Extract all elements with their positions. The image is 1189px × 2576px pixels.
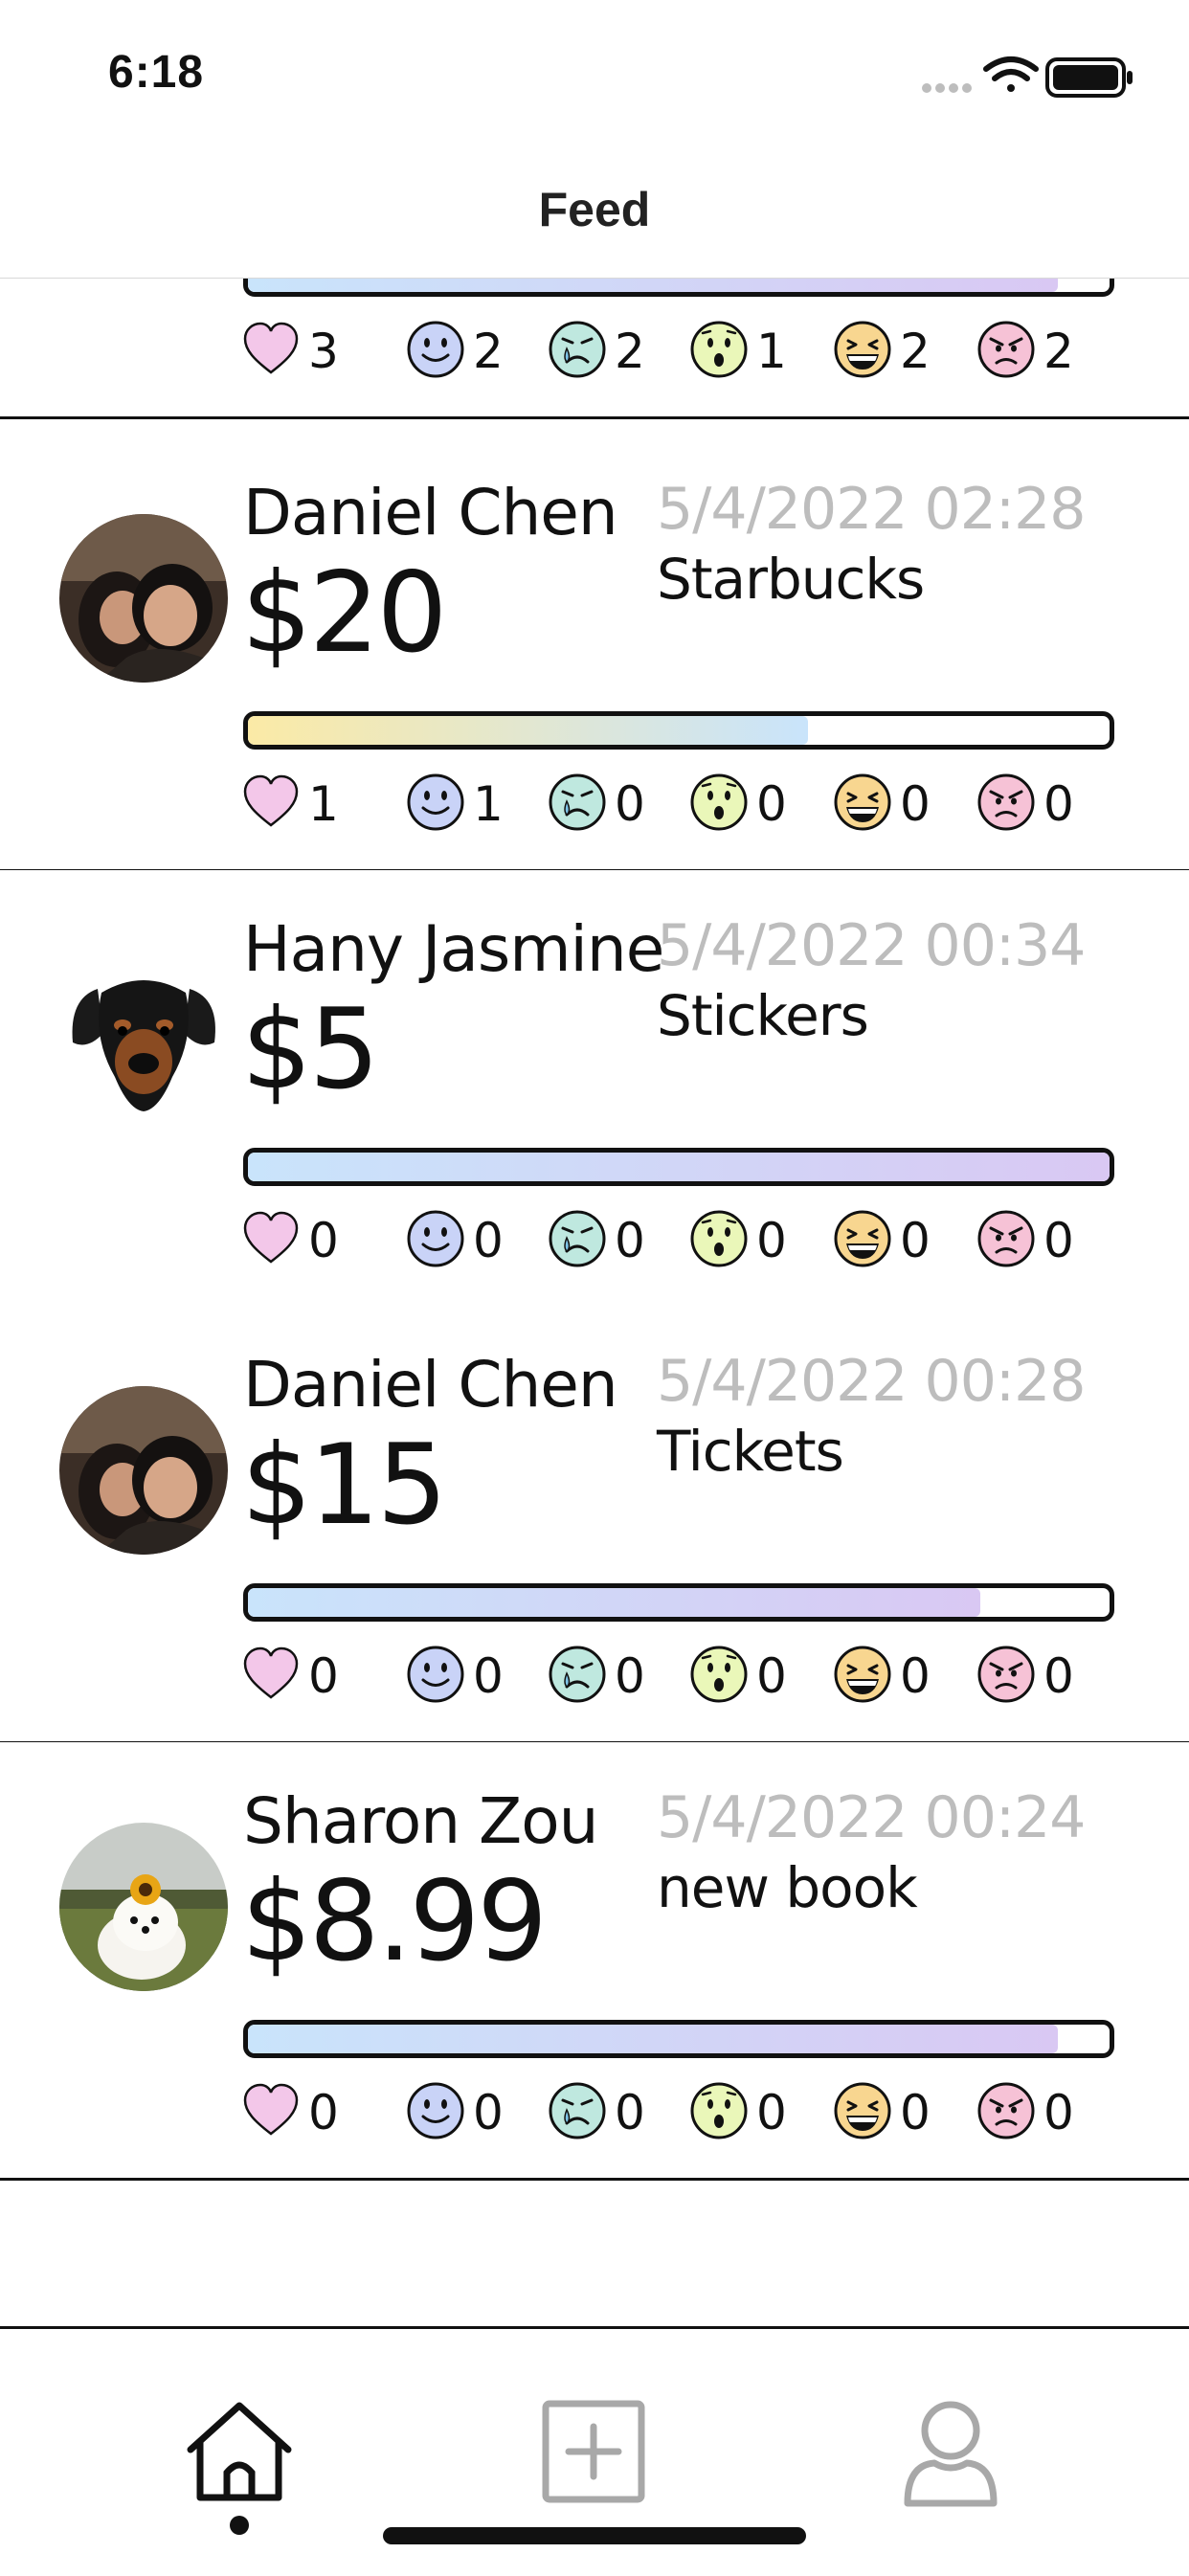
reaction-count: 0 <box>308 1648 339 1704</box>
post-amount: $8.99 <box>241 1857 548 1986</box>
reaction-count: 0 <box>1043 1213 1074 1268</box>
post-timestamp: 5/4/2022 00:34 <box>657 912 1086 979</box>
reaction-count: 0 <box>615 1213 645 1268</box>
post-author-name[interactable]: Hany Jasmine <box>243 912 664 986</box>
progress-fill <box>248 716 808 745</box>
tab-home[interactable] <box>177 2390 302 2515</box>
reaction-row: 1 1 0 0 0 0 <box>241 771 1103 834</box>
reaction-row: 0 0 0 0 0 0 <box>241 1207 1103 1270</box>
reaction-count: 2 <box>473 324 504 379</box>
post-author-name[interactable]: Daniel Chen <box>243 1348 618 1422</box>
post-amount: $20 <box>241 549 447 678</box>
status-time: 6:18 <box>108 47 205 98</box>
reaction-count: 1 <box>756 324 787 379</box>
wifi-icon <box>983 56 1039 92</box>
reaction-count: 0 <box>615 1648 645 1704</box>
reaction-count: 0 <box>900 776 931 832</box>
avatar[interactable] <box>59 514 228 683</box>
page-title: Feed <box>538 183 651 236</box>
post-author-name[interactable]: Sharon Zou <box>243 1784 598 1858</box>
feed-post[interactable]: Daniel Chen $15 5/4/2022 00:28 Tickets 0 0 … <box>0 1306 1189 1744</box>
home-icon <box>187 2402 292 2501</box>
post-description: Tickets <box>657 1419 844 1484</box>
reaction-count: 3 <box>308 324 339 379</box>
reaction-count: 0 <box>1043 1648 1074 1704</box>
person-icon <box>904 2401 998 2507</box>
home-indicator <box>383 2527 806 2544</box>
reaction-count: 0 <box>756 776 787 832</box>
tab-profile[interactable] <box>888 2390 1013 2515</box>
reaction-count: 0 <box>900 1648 931 1704</box>
post-timestamp: 5/4/2022 02:28 <box>657 476 1086 543</box>
reaction-count: 2 <box>1043 324 1074 379</box>
post-amount: $15 <box>241 1421 447 1550</box>
reaction-count: 0 <box>308 1213 339 1268</box>
post-description: Stickers <box>657 983 869 1048</box>
reaction-count: 0 <box>900 1213 931 1268</box>
reaction-count: 0 <box>1043 776 1074 832</box>
status-bar: 6:18 <box>0 0 1189 144</box>
post-timestamp: 5/4/2022 00:28 <box>657 1348 1086 1415</box>
reaction-count: 0 <box>756 1648 787 1704</box>
reaction-count: 0 <box>1043 2085 1074 2140</box>
progress-bar <box>243 1583 1114 1622</box>
reaction-count: 0 <box>615 776 645 832</box>
plus-square-icon <box>542 2400 645 2503</box>
avatar[interactable] <box>59 1823 228 1991</box>
avatar[interactable] <box>59 1386 228 1555</box>
reaction-count: 0 <box>756 1213 787 1268</box>
reaction-row: 0 0 0 0 0 0 <box>241 2079 1103 2142</box>
post-timestamp: 5/4/2022 00:24 <box>657 1784 1086 1851</box>
tab-add[interactable] <box>532 2390 657 2515</box>
post-amount: $5 <box>241 985 380 1114</box>
reaction-count: 1 <box>473 776 504 832</box>
signal-icon <box>922 83 972 93</box>
feed-scroll-view[interactable]: $22Dinner 3 2 2 <box>0 0 1189 2326</box>
progress-fill <box>248 1588 980 1617</box>
progress-fill <box>248 2025 1058 2053</box>
reaction-count: 0 <box>473 1648 504 1704</box>
post-description: new book <box>657 1855 918 1920</box>
progress-bar <box>243 2020 1114 2058</box>
reaction-count: 0 <box>756 2085 787 2140</box>
progress-bar <box>243 711 1114 750</box>
post-author-name[interactable]: Daniel Chen <box>243 476 618 549</box>
feed-post[interactable]: Sharon Zou $8.99 5/4/2022 00:24 new book 0 … <box>0 1742 1189 2181</box>
feed-post[interactable]: Hany Jasmine $5 5/4/2022 00:34 Stickers 0 0… <box>0 870 1189 1309</box>
reaction-row: 0 0 0 0 0 0 <box>241 1643 1103 1706</box>
nav-bar: Feed <box>0 144 1189 279</box>
reaction-count: 0 <box>473 2085 504 2140</box>
reaction-count: 2 <box>900 324 931 379</box>
reaction-count: 1 <box>308 776 339 832</box>
reaction-count: 0 <box>308 2085 339 2140</box>
active-tab-indicator <box>230 2516 249 2535</box>
status-icons <box>919 54 1139 100</box>
progress-fill <box>248 1153 1110 1181</box>
reaction-count: 2 <box>615 324 645 379</box>
reaction-count: 0 <box>900 2085 931 2140</box>
avatar[interactable] <box>59 951 228 1119</box>
reaction-count: 0 <box>473 1213 504 1268</box>
battery-icon <box>1045 57 1133 98</box>
post-description: Starbucks <box>657 547 925 612</box>
progress-bar <box>243 1148 1114 1186</box>
reaction-row: 3 2 2 1 2 2 <box>241 318 1103 381</box>
feed-post[interactable]: Daniel Chen $20 5/4/2022 02:28 Starbucks 1 … <box>0 434 1189 872</box>
reaction-count: 0 <box>615 2085 645 2140</box>
